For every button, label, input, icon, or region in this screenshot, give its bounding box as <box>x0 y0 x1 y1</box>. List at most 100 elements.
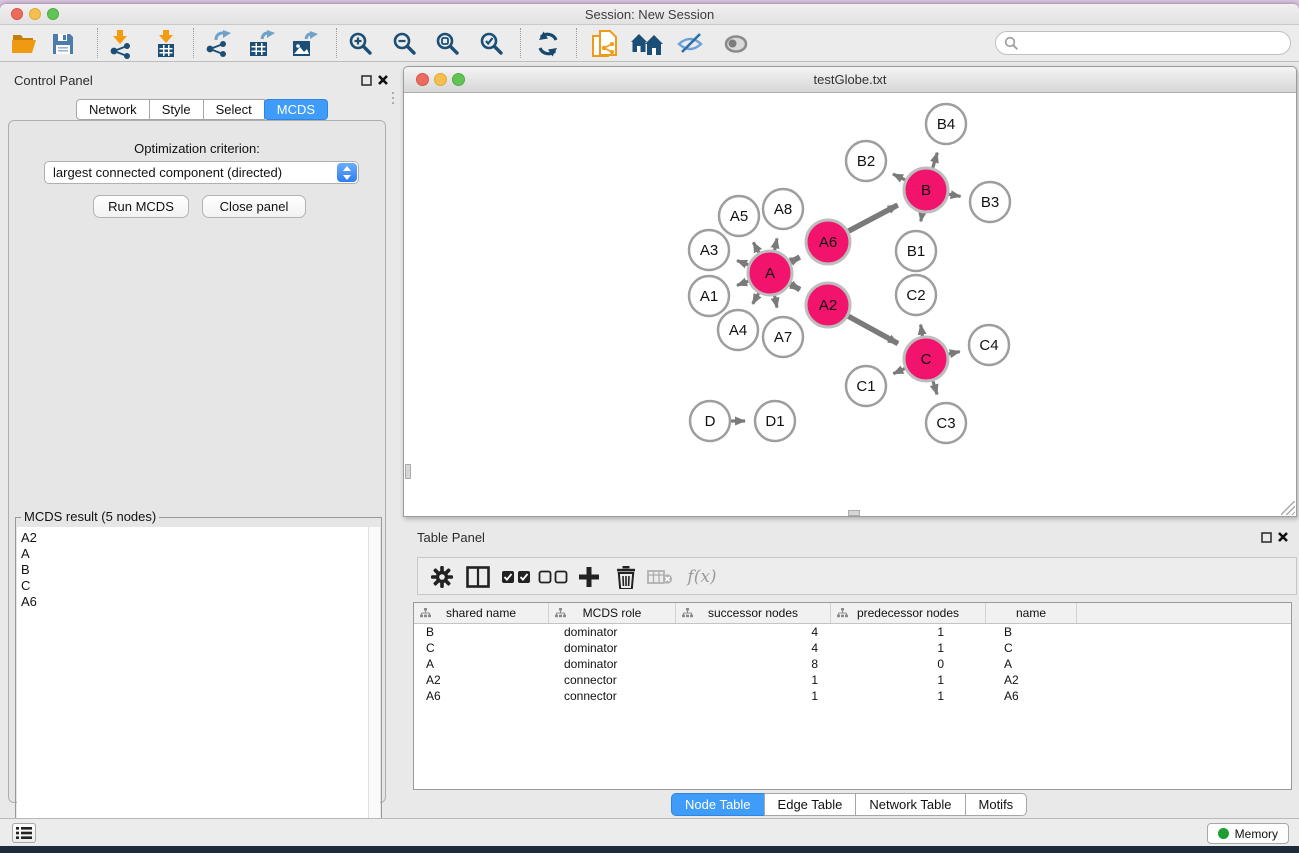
splitter-grip[interactable] <box>392 102 394 104</box>
table-cell: A2 <box>414 673 549 687</box>
mcds-result-item[interactable]: B <box>21 562 369 578</box>
import-table-file-icon[interactable] <box>148 29 184 59</box>
deselect-all-icon[interactable] <box>537 561 569 593</box>
tab-network[interactable]: Network <box>76 99 150 120</box>
splitter-grip[interactable] <box>392 97 394 99</box>
column-header-successor-nodes[interactable]: successor nodes <box>676 603 831 623</box>
edge-A-A1[interactable] <box>737 281 748 285</box>
memory-button[interactable]: Memory <box>1207 823 1289 844</box>
table-row[interactable]: Bdominator41B <box>414 624 1291 640</box>
table-row[interactable]: A6connector11A6 <box>414 688 1291 704</box>
float-table-panel-icon[interactable] <box>1261 532 1272 543</box>
new-network-from-selection-icon[interactable] <box>587 29 623 59</box>
select-all-icon[interactable] <box>500 561 532 593</box>
optimization-criterion-select[interactable]: largest connected component (directed) <box>44 161 359 184</box>
edge-A6-B[interactable] <box>848 205 897 231</box>
close-panel-icon[interactable] <box>377 74 389 86</box>
task-history-button[interactable] <box>12 823 36 843</box>
export-image-icon[interactable] <box>286 29 322 59</box>
save-session-icon[interactable] <box>45 29 81 59</box>
edge-C-C3[interactable] <box>933 381 937 394</box>
edge-B-B3[interactable] <box>949 194 961 196</box>
edge-A2-C[interactable] <box>848 316 898 343</box>
edge-A-A2[interactable] <box>790 284 800 289</box>
column-header-name[interactable]: name <box>986 603 1077 623</box>
edge-A-A3[interactable] <box>737 261 748 265</box>
canvas-left-scroll-thumb[interactable] <box>405 464 411 479</box>
refresh-view-icon[interactable] <box>530 29 566 59</box>
node-table[interactable]: shared nameMCDS rolesuccessor nodesprede… <box>413 602 1292 790</box>
network-view-window: testGlobe.txt B4B2BB3A5A8A6A3B1AA1C2A2A4… <box>403 66 1297 517</box>
hide-selected-icon[interactable] <box>673 29 709 59</box>
control-panel: Control Panel NetworkStyleSelectMCDS Opt… <box>0 62 395 818</box>
show-eye-icon[interactable] <box>718 29 754 59</box>
edge-A-A6[interactable] <box>790 257 799 262</box>
edge-A-A7[interactable] <box>775 296 777 308</box>
import-network-file-icon[interactable] <box>103 29 139 59</box>
export-table-icon[interactable] <box>243 29 279 59</box>
close-panel-button[interactable]: Close panel <box>202 195 306 218</box>
mcds-result-scrollbar[interactable] <box>368 527 380 853</box>
float-panel-icon[interactable] <box>361 75 372 86</box>
edge-C-C2[interactable] <box>921 325 923 337</box>
tab-select[interactable]: Select <box>203 99 265 120</box>
create-column-icon[interactable] <box>573 561 605 593</box>
zoom-in-icon[interactable] <box>343 29 379 59</box>
export-network-icon[interactable] <box>200 29 236 59</box>
table-row[interactable]: Adominator80A <box>414 656 1291 672</box>
close-table-panel-icon[interactable] <box>1277 531 1289 543</box>
column-namespace-icon <box>682 608 693 618</box>
column-header-shared-name[interactable]: shared name <box>414 603 549 623</box>
table-cell: connector <box>549 673 676 687</box>
toolbar-separator <box>520 28 521 58</box>
node-label-D: D <box>705 413 716 430</box>
splitter-grip[interactable] <box>392 92 394 94</box>
mcds-result-item[interactable]: C <box>21 578 369 594</box>
edge-A-A8[interactable] <box>775 238 777 250</box>
zoom-selected-icon[interactable] <box>474 29 510 59</box>
table-panel-title: Table Panel <box>417 530 485 545</box>
tab-mcds[interactable]: MCDS <box>264 99 328 120</box>
edge-C-C1[interactable] <box>893 368 905 373</box>
edge-C-C4[interactable] <box>948 352 959 355</box>
column-header-MCDS-role[interactable]: MCDS role <box>549 603 676 623</box>
node-label-D1: D1 <box>765 413 784 430</box>
delete-columns-icon[interactable] <box>610 561 642 593</box>
search-input[interactable] <box>1019 36 1290 51</box>
table-cell: dominator <box>549 641 676 655</box>
run-mcds-button[interactable]: Run MCDS <box>93 195 189 218</box>
mcds-result-list: A2ABCA6 <box>17 527 369 853</box>
table-row[interactable]: Cdominator41C <box>414 640 1291 656</box>
node-label-A8: A8 <box>774 201 792 218</box>
search-box[interactable] <box>995 31 1291 55</box>
window-resize-grip[interactable] <box>1281 501 1295 515</box>
zoom-fit-icon[interactable] <box>430 29 466 59</box>
table-row[interactable]: A2connector11A2 <box>414 672 1291 688</box>
mcds-result-item[interactable]: A2 <box>21 530 369 546</box>
table-settings-icon[interactable] <box>426 561 458 593</box>
tab-edge-table[interactable]: Edge Table <box>764 793 857 816</box>
edge-B-B2[interactable] <box>893 174 905 180</box>
network-canvas[interactable]: B4B2BB3A5A8A6A3B1AA1C2A2A4A7C4CC1C3DD1 <box>405 93 1296 516</box>
canvas-bottom-scroll-thumb[interactable] <box>848 510 860 516</box>
tab-motifs[interactable]: Motifs <box>965 793 1028 816</box>
column-header-predecessor-nodes[interactable]: predecessor nodes <box>831 603 986 623</box>
show-all-nodes-edges-icon[interactable] <box>629 29 665 59</box>
zoom-out-icon[interactable] <box>387 29 423 59</box>
mcds-result-groupbox: MCDS result (5 nodes) A2ABCA6 <box>15 517 382 853</box>
mcds-result-item[interactable]: A <box>21 546 369 562</box>
network-graph: B4B2BB3A5A8A6A3B1AA1C2A2A4A7C4CC1C3DD1 <box>405 93 1296 516</box>
edge-B-B1[interactable] <box>921 213 922 222</box>
table-cell: 1 <box>831 625 986 639</box>
tab-network-table[interactable]: Network Table <box>855 793 965 816</box>
table-cell: A <box>986 657 1077 671</box>
show-column-panel-icon[interactable] <box>462 561 494 593</box>
tab-style[interactable]: Style <box>149 99 204 120</box>
edge-B-B4[interactable] <box>933 153 938 168</box>
column-namespace-icon <box>837 608 848 618</box>
mcds-result-item[interactable]: A6 <box>21 594 369 610</box>
edge-A-A4[interactable] <box>753 293 759 304</box>
edge-A-A5[interactable] <box>753 242 759 252</box>
tab-node-table[interactable]: Node Table <box>671 793 765 816</box>
open-session-icon[interactable] <box>7 29 43 59</box>
